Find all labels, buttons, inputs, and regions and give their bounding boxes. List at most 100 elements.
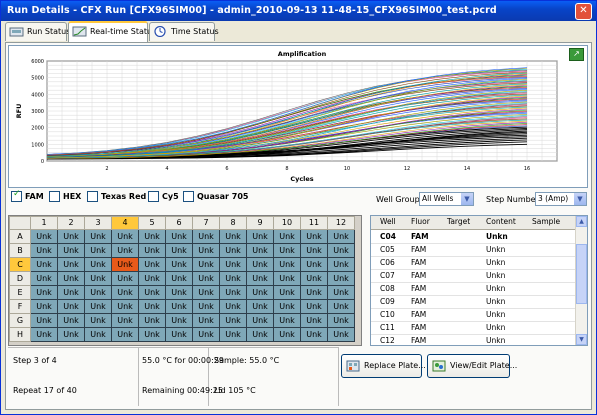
plate-well[interactable]: Unk [327,285,355,300]
plate-well[interactable]: Unk [138,327,166,342]
plate-well[interactable]: Unk [84,243,112,258]
plate-well[interactable]: Unk [300,285,328,300]
table-row[interactable]: C05 FAM Unkn [371,243,577,257]
plate-column-header[interactable]: 8 [219,216,247,230]
plate-column-header[interactable]: 9 [246,216,274,230]
tab-realtime-status[interactable]: Real-time Status [68,21,156,42]
plate-well[interactable]: Unk [246,327,274,342]
plate-well[interactable]: Unk [246,285,274,300]
plate-well[interactable]: Unk [192,271,220,286]
plate-well[interactable]: Unk [300,243,328,258]
plate-well[interactable]: Unk [192,327,220,342]
plate-well[interactable]: Unk [165,229,193,244]
plate-well[interactable]: Unk [300,271,328,286]
plate-well[interactable]: Unk [273,285,301,300]
view-edit-plate-button[interactable]: View/Edit Plate... [427,354,517,378]
plate-well[interactable]: Unk [84,285,112,300]
plate-well[interactable]: Unk [111,313,139,328]
table-row[interactable]: C07 FAM Unkn [371,269,577,283]
plate-well[interactable]: Unk [300,229,328,244]
plate-well[interactable]: Unk [192,257,220,272]
plate-well[interactable]: Unk [300,327,328,342]
plate-well[interactable]: Unk [84,299,112,314]
plate-well[interactable]: Unk [57,285,85,300]
plate-well[interactable]: Unk [84,313,112,328]
plate-well[interactable]: Unk [30,229,58,244]
replace-plate-button[interactable]: Replace Plate... [341,354,426,378]
dye-checkbox-hex[interactable]: HEX [49,191,81,202]
plate-well[interactable]: Unk [111,271,139,286]
dye-checkbox-cy5[interactable]: Cy5 [148,191,179,202]
plate-corner[interactable] [9,216,31,230]
plate-well[interactable]: Unk [300,313,328,328]
plate-column-header[interactable]: 1 [30,216,58,230]
plate-column-header[interactable]: 5 [138,216,166,230]
plate-well[interactable]: Unk [30,313,58,328]
well-table-scrollbar[interactable]: ▲ ▼ [575,216,587,345]
plate-well[interactable]: Unk [165,299,193,314]
plate-well[interactable]: Unk [273,327,301,342]
plate-well[interactable]: Unk [246,243,274,258]
col-header-sample[interactable]: Sample [532,217,560,226]
plate-row-header[interactable]: D [9,271,31,286]
plate-well[interactable]: Unk [30,327,58,342]
plate-well[interactable]: Unk [138,285,166,300]
tab-run-status[interactable]: Run Status [5,22,70,41]
plate-column-header[interactable]: 4 [111,216,139,230]
plate-well[interactable]: Unk [111,229,139,244]
plate-well[interactable]: Unk [273,229,301,244]
plate-row-header[interactable]: H [9,327,31,342]
table-row[interactable]: C12 FAM Unkn [371,334,577,345]
col-header-content[interactable]: Content [486,217,516,226]
plate-well[interactable]: Unk [327,243,355,258]
col-header-fluor[interactable]: Fluor [411,217,430,226]
plate-well[interactable]: Unk [30,285,58,300]
col-header-well[interactable]: Well [380,217,396,226]
plate-well[interactable]: Unk [327,313,355,328]
plate-well[interactable]: Unk [57,313,85,328]
plate-well[interactable]: Unk [111,285,139,300]
plate-well[interactable]: Unk [246,229,274,244]
plate-well[interactable]: Unk [57,229,85,244]
plate-row-header[interactable]: G [9,313,31,328]
plate-well[interactable]: Unk [219,299,247,314]
plate-row-header[interactable]: C [9,257,31,272]
plate-well[interactable]: Unk [273,257,301,272]
table-row[interactable]: C08 FAM Unkn [371,282,577,296]
plate-well[interactable]: Unk [138,257,166,272]
plate-well[interactable]: Unk [246,271,274,286]
close-button[interactable]: ✕ [575,3,592,20]
plate-column-header[interactable]: 10 [273,216,301,230]
scroll-thumb[interactable] [576,244,587,304]
plate-well[interactable]: Unk [192,243,220,258]
plate-well[interactable]: Unk [165,271,193,286]
plate-well[interactable]: Unk [138,271,166,286]
plate-well[interactable]: Unk [165,327,193,342]
plate-well[interactable]: Unk [246,257,274,272]
scroll-up-icon[interactable]: ▲ [576,216,587,227]
plate-well[interactable]: Unk [165,257,193,272]
plate-well[interactable]: Unk [246,313,274,328]
tab-time-status[interactable]: Time Status [149,22,219,41]
plate-well[interactable]: Unk [30,243,58,258]
plate-column-header[interactable]: 2 [57,216,85,230]
plate-well[interactable]: Unk [57,299,85,314]
table-row[interactable]: C06 FAM Unkn [371,256,577,270]
plate-well[interactable]: Unk [111,243,139,258]
plate-column-header[interactable]: 6 [165,216,193,230]
dye-checkbox-quasar-705[interactable]: Quasar 705 [183,191,248,202]
plate-well[interactable]: Unk [57,271,85,286]
plate-well[interactable]: Unk [192,285,220,300]
plate-well-selected[interactable]: Unk [111,257,139,272]
plate-row-header[interactable]: E [9,285,31,300]
table-row[interactable]: C10 FAM Unkn [371,308,577,322]
title-bar[interactable]: Run Details - CFX Run [CFX96SIM00] - adm… [1,1,596,21]
table-row[interactable]: C04 FAM Unkn [371,230,577,244]
plate-well[interactable]: Unk [138,313,166,328]
plate-well[interactable]: Unk [327,327,355,342]
plate-well[interactable]: Unk [192,299,220,314]
plate-well[interactable]: Unk [57,327,85,342]
plate-well[interactable]: Unk [273,243,301,258]
plate-well[interactable]: Unk [327,229,355,244]
plate-well[interactable]: Unk [192,313,220,328]
